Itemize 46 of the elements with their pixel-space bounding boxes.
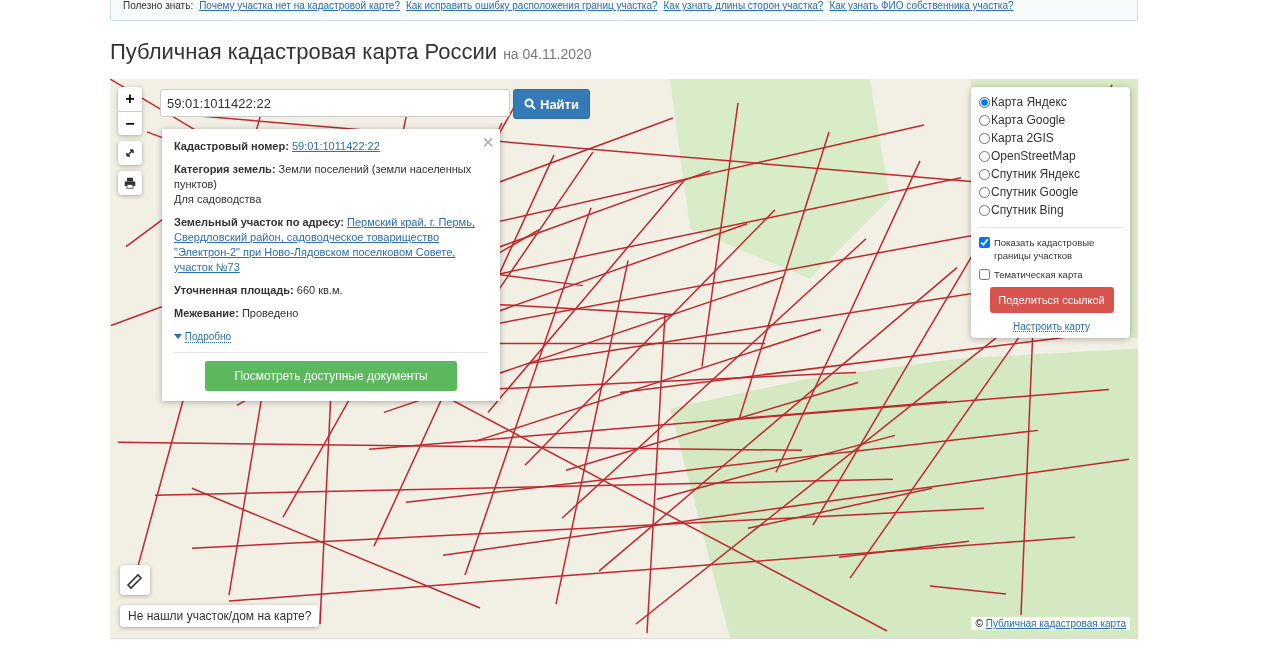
radio-button[interactable] [979,150,990,162]
map-option[interactable]: Карта 2GIS [979,129,1124,147]
search-field[interactable]: 59:01:1011422:22 [160,89,510,117]
radio-button[interactable] [979,186,990,198]
date-label: на 04.11.2020 [503,46,592,62]
info-text: Кадастровый номер: 59:01:1011422:22 [174,139,381,154]
map-option[interactable]: Спутник Google [979,183,1124,201]
help-link[interactable]: Почему участка нет на кадастровой карте? [199,0,400,14]
info-text: Для садоводства [174,192,263,207]
radio-button[interactable] [979,132,990,144]
not-found-button[interactable]: Не нашли участок/дом на карте? [120,605,320,627]
checkbox[interactable] [979,269,990,280]
map-option[interactable]: OpenStreetMap [979,147,1124,165]
info-text: Земельный участок по адресу: Пермский край, г. Пермь, Свердловский район, садоводческое товарищество "Электрон-2" при Ново-Лядовском поселковом Совете, участок №73 [174,215,476,275]
info-text: Межевание: Проведено [174,306,300,321]
map-option[interactable]: Карта Google [979,111,1124,129]
map-option[interactable]: Спутник Яндекс [979,165,1124,183]
radio-button[interactable] [979,96,990,108]
caret-icon [174,334,182,340]
map-option[interactable]: Спутник Bing [979,201,1124,219]
ruler-icon[interactable] [120,565,150,595]
help-link[interactable]: Как узнать ФИО собственника участка? [829,0,1014,14]
more-link[interactable]: Подробно [174,331,232,342]
page-title: Публичная кадастровая карта России [110,39,498,65]
map-option[interactable]: Карта Яндекс [979,93,1124,111]
print-icon[interactable] [118,171,142,195]
useful-label: Полезно знать: [123,0,194,13]
checkbox[interactable] [979,237,990,248]
zoom-out-button[interactable]: − [118,111,142,135]
share-button[interactable]: Поделиться ссылкой [989,287,1114,313]
radio-button[interactable] [979,204,990,216]
search-icon [524,98,536,110]
attribution-link[interactable]: Публичная кадастровая карта [985,618,1126,629]
zoom-in-button[interactable]: + [118,87,142,111]
layer-option[interactable]: Тематическая карта [979,268,1124,281]
find-button[interactable]: Найти [513,89,590,119]
radio-button[interactable] [979,168,990,180]
radio-button[interactable] [979,114,990,126]
info-text: Категория земель: Земли поселений (земли населенных пунктов) [174,162,473,192]
configure-link[interactable]: Настроить карту [979,321,1124,332]
copyright-mark: © [975,618,983,629]
layer-option[interactable]: Показать кадастровые границы участков [979,236,1124,262]
fullscreen-icon[interactable] [118,141,142,165]
info-text: Уточненная площадь: 660 кв.м. [174,283,344,298]
help-link[interactable]: Как исправить ошибку расположения границ участка? [405,0,658,14]
help-link[interactable]: Как узнать длины сторон участка? [663,0,824,14]
